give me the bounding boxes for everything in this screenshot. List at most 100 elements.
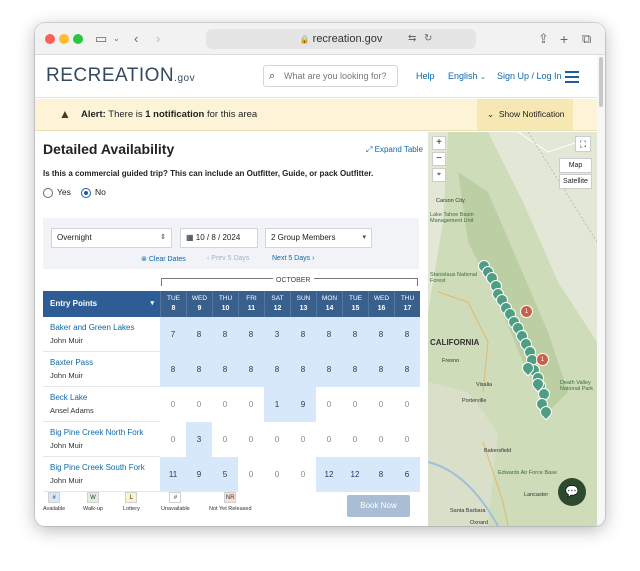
map-pin-highlight[interactable]: 1 (536, 353, 549, 366)
availability-cell[interactable]: 9 (290, 387, 316, 422)
availability-cell: 0 (342, 387, 368, 422)
availability-cell[interactable]: 8 (186, 352, 212, 387)
book-now-button[interactable]: Book Now (347, 495, 410, 517)
translate-icon[interactable]: ⇆ (408, 31, 416, 47)
availability-cell[interactable]: 12 (316, 457, 342, 492)
availability-cell[interactable]: 12 (342, 457, 368, 492)
availability-cell[interactable]: 8 (368, 352, 394, 387)
clear-dates-button[interactable]: ⊗ Clear Dates (141, 255, 186, 263)
availability-cell[interactable]: 8 (290, 352, 316, 387)
entry-point-link[interactable]: Baker and Green Lakes (50, 323, 135, 332)
forward-icon[interactable]: › (156, 31, 160, 47)
availability-cell[interactable]: 3 (186, 422, 212, 457)
language-select[interactable]: English ⌄ (448, 71, 486, 81)
availability-cell[interactable]: 5 (212, 457, 238, 492)
group-members-select[interactable]: 2 Group Members ▾ (265, 228, 372, 248)
entry-point-link[interactable]: Beck Lake (50, 393, 87, 402)
day-header: THU 10 (212, 291, 238, 317)
chevron-down-icon[interactable]: ⌄ (113, 31, 120, 47)
availability-cell[interactable]: 9 (186, 457, 212, 492)
fullscreen-icon[interactable]: ⛶ (575, 136, 591, 152)
availability-cell[interactable]: 8 (238, 352, 264, 387)
commercial-trip-question: Is this a commercial guided trip? This c… (43, 169, 374, 178)
date-input[interactable]: ▦ 10 / 8 / 2024 (180, 228, 258, 248)
calendar-icon: ▦ (186, 233, 194, 242)
availability-cell[interactable]: 6 (394, 457, 420, 492)
day-number: 10 (221, 305, 230, 312)
map-label: Bakersfield (484, 448, 512, 454)
scrollbar[interactable] (597, 55, 605, 526)
logo-text: RECREATION (46, 65, 175, 86)
availability-cell: 0 (290, 457, 316, 492)
signup-login-link[interactable]: Sign Up / Log In (497, 71, 562, 81)
availability-cell[interactable]: 8 (316, 352, 342, 387)
map-pin-highlight[interactable]: 1 (520, 305, 533, 318)
address-bar[interactable]: 🔒 recreation.gov (206, 29, 476, 49)
availability-cell[interactable]: 8 (212, 352, 238, 387)
prev-days-button[interactable]: ‹ Prev 5 Days (207, 255, 249, 262)
wilderness-area: John Muir (50, 476, 83, 485)
table-row: Baxter Pass John Muir 8 8 8 8 8 8 8 8 8 8 (43, 352, 420, 387)
radio-no[interactable]: No (81, 187, 106, 198)
share-icon[interactable]: ⇪ (538, 31, 549, 47)
availability-cell[interactable]: 3 (264, 317, 290, 352)
chat-icon[interactable]: 💬 (558, 478, 586, 506)
availability-cell[interactable]: 1 (264, 387, 290, 422)
day-number: 16 (377, 305, 386, 312)
availability-cell[interactable]: 8 (394, 317, 420, 352)
availability-cell[interactable]: 8 (316, 317, 342, 352)
availability-cell[interactable]: 8 (394, 352, 420, 387)
availability-cell[interactable]: 8 (342, 352, 368, 387)
maximize-window-button[interactable] (73, 34, 83, 44)
map-label: Fresno (442, 358, 460, 364)
show-notification-button[interactable]: ⌄ Show Notification (477, 99, 573, 130)
entry-point-link[interactable]: Big Pine Creek South Fork (50, 463, 145, 472)
day-header: TUE 15 (342, 291, 368, 317)
entry-point-link[interactable]: Big Pine Creek North Fork (50, 428, 143, 437)
zoom-in-button[interactable]: + (432, 136, 446, 150)
satellite-view-button[interactable]: Satellite (559, 174, 592, 189)
availability-panel: Detailed Availability ⤢ Expand Table Is … (35, 132, 427, 526)
availability-cell[interactable]: 8 (290, 317, 316, 352)
map-view-button[interactable]: Map (559, 158, 592, 173)
availability-cell[interactable]: 11 (160, 457, 186, 492)
day-of-week: WED (373, 295, 390, 302)
radio-yes[interactable]: Yes (43, 187, 71, 198)
availability-cell[interactable]: 8 (160, 352, 186, 387)
scrollbar-thumb[interactable] (599, 57, 603, 107)
new-tab-icon[interactable]: + (560, 31, 568, 47)
table-row: Big Pine Creek North Fork John Muir 0 3 0 0 0 0… (43, 422, 420, 457)
entry-points-header-label: Entry Points (50, 299, 98, 308)
availability-cell[interactable]: 8 (368, 317, 394, 352)
site-logo[interactable]: RECREATION.gov (46, 65, 195, 87)
next-days-button[interactable]: Next 5 Days › (272, 255, 314, 262)
availability-cell[interactable]: 8 (264, 352, 290, 387)
menu-icon[interactable] (565, 71, 579, 86)
tab-overview-icon[interactable]: ⧉ (582, 31, 591, 47)
search-input[interactable]: ⌕ What are you looking for? (263, 65, 398, 87)
entry-points-header[interactable]: Entry Points ▾ (43, 291, 160, 317)
alert-text: Alert: There is 1 notification for this … (81, 109, 257, 120)
map[interactable]: 1 1 Carson City Lake Tahoe Basin Managemen… (428, 132, 597, 526)
close-window-button[interactable] (45, 34, 55, 44)
availability-cell[interactable]: 8 (186, 317, 212, 352)
availability-cell[interactable]: 8 (342, 317, 368, 352)
availability-cell[interactable]: 8 (212, 317, 238, 352)
zoom-out-button[interactable]: − (432, 152, 446, 166)
reload-icon[interactable]: ↻ (424, 31, 432, 47)
minimize-window-button[interactable] (59, 34, 69, 44)
day-of-week: WED (191, 295, 208, 302)
compass-icon[interactable]: ⌖ (432, 168, 446, 182)
trip-type-select[interactable]: Overnight ⇕ (51, 228, 172, 248)
entry-point-link[interactable]: Baxter Pass (50, 358, 93, 367)
day-header: MON 14 (316, 291, 342, 317)
help-link[interactable]: Help (416, 71, 435, 81)
wilderness-area: John Muir (50, 441, 83, 450)
expand-table-button[interactable]: ⤢ Expand Table (366, 145, 423, 155)
filter-bar: Overnight ⇕ ▦ 10 / 8 / 2024 2 Group Membe… (43, 218, 419, 269)
availability-cell[interactable]: 8 (368, 457, 394, 492)
availability-cell[interactable]: 7 (160, 317, 186, 352)
back-icon[interactable]: ‹ (134, 31, 138, 47)
sidebar-toggle-icon[interactable]: ▭ (95, 31, 107, 47)
availability-cell[interactable]: 8 (238, 317, 264, 352)
